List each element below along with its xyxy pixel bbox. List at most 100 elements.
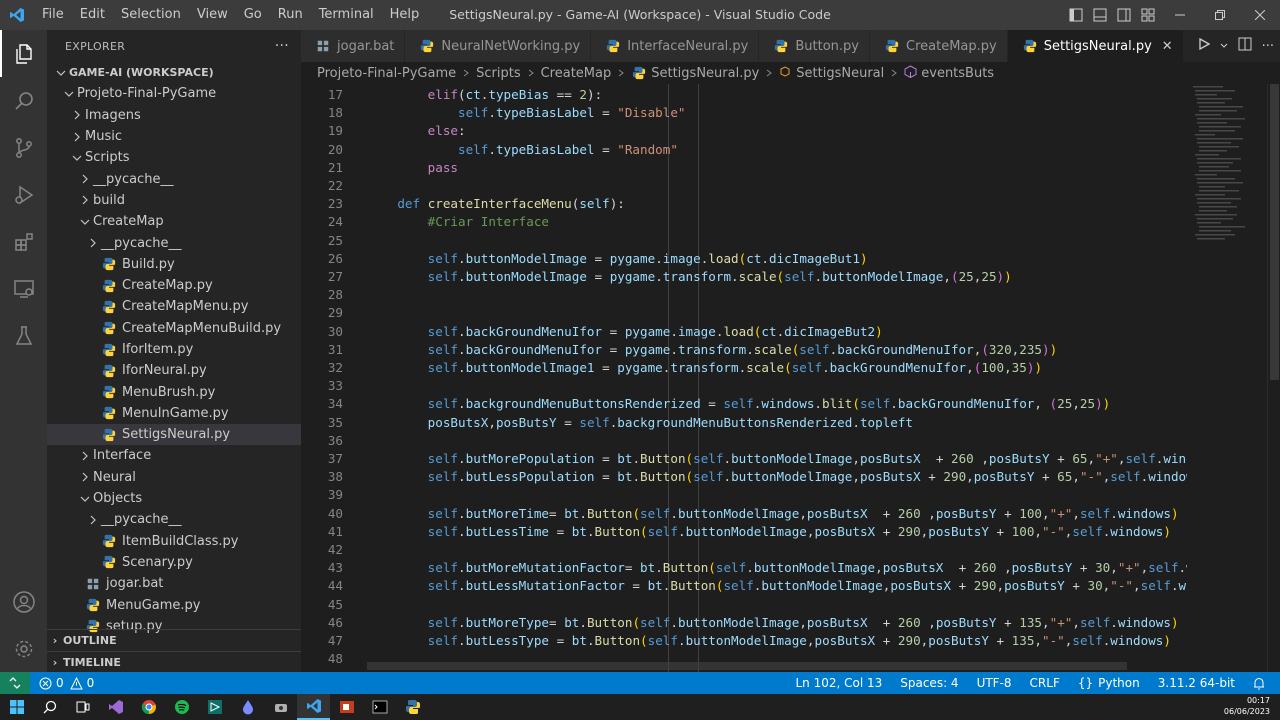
editor-tab[interactable]: CreateMap.py — [870, 30, 1008, 62]
taskbar-search-icon[interactable] — [33, 694, 66, 720]
split-editor-icon[interactable] — [1238, 37, 1252, 55]
tree-file[interactable]: ItemBuildClass.py — [47, 531, 301, 552]
menu-go[interactable]: Go — [236, 0, 270, 30]
breadcrumb-item[interactable]: SettigsNeural — [796, 66, 884, 81]
run-dropdown-icon[interactable] — [1220, 39, 1228, 54]
tree-folder[interactable]: GAME-AI (WORKSPACE) — [47, 62, 301, 83]
menu-edit[interactable]: Edit — [72, 0, 113, 30]
end-of-line[interactable]: CRLF — [1021, 676, 1069, 690]
terminal-app-icon[interactable] — [198, 694, 231, 720]
menu-run[interactable]: Run — [270, 0, 311, 30]
breadcrumb-item[interactable]: SettigsNeural.py — [651, 66, 759, 81]
editor-tab[interactable]: NeuralNetWorking.py — [405, 30, 592, 62]
python-interpreter[interactable]: 3.11.2 64-bit — [1149, 676, 1244, 690]
tree-file[interactable]: MenuBrush.py — [47, 381, 301, 402]
editor-tab[interactable]: Button.py — [759, 30, 870, 62]
breadcrumb-item[interactable]: CreateMap — [541, 66, 612, 81]
python-app-icon[interactable] — [396, 694, 429, 720]
visual-studio-icon[interactable] — [99, 694, 132, 720]
tree-folder[interactable]: __pycache__ — [47, 168, 301, 189]
indentation[interactable]: Spaces: 4 — [891, 676, 967, 690]
account-icon[interactable] — [0, 578, 47, 625]
vscode-taskbar-icon[interactable] — [297, 694, 330, 720]
code-line: 18 self.typeBiasLabel = "Disable" — [301, 104, 1187, 122]
tree-file[interactable]: CreateMap.py — [47, 275, 301, 296]
menu-help[interactable]: Help — [382, 0, 428, 30]
breadcrumb-item[interactable]: Scripts — [476, 66, 520, 81]
tree-file[interactable]: IforItem.py — [47, 339, 301, 360]
menu-file[interactable]: File — [34, 0, 72, 30]
toggle-panel-icon[interactable] — [1088, 0, 1112, 30]
tree-folder[interactable]: build — [47, 190, 301, 211]
menu-view[interactable]: View — [189, 0, 236, 30]
restore-button[interactable] — [1200, 0, 1240, 30]
editor-tab[interactable]: InterfaceNeural.py — [591, 30, 760, 62]
command-prompt-icon[interactable] — [363, 694, 396, 720]
tree-file[interactable]: MenuGame.py — [47, 594, 301, 615]
tree-folder[interactable]: Objects — [47, 488, 301, 509]
cursor-position[interactable]: Ln 102, Col 13 — [786, 676, 891, 690]
remote-indicator-icon[interactable] — [0, 672, 30, 694]
breadcrumb-item[interactable]: eventsButs — [921, 66, 994, 81]
outline-section[interactable]: › OUTLINE — [47, 629, 301, 651]
tree-file[interactable]: IforNeural.py — [47, 360, 301, 381]
tree-folder[interactable]: Interface — [47, 445, 301, 466]
tree-file[interactable]: SettigsNeural.py — [47, 424, 301, 446]
tree-folder[interactable]: Imagens — [47, 105, 301, 126]
minimap[interactable] — [1187, 84, 1267, 672]
tree-folder[interactable]: Scripts — [47, 147, 301, 168]
tree-folder[interactable]: Projeto-Final-PyGame — [47, 83, 301, 104]
testing-icon[interactable] — [0, 312, 47, 359]
breadcrumb-item[interactable]: Projeto-Final-PyGame — [317, 66, 456, 81]
tree-folder[interactable]: __pycache__ — [47, 509, 301, 530]
editor-tab[interactable]: jogar.bat — [301, 30, 406, 62]
windows-start-icon[interactable] — [0, 694, 33, 720]
manage-gear-icon[interactable] — [0, 625, 47, 672]
menu-terminal[interactable]: Terminal — [311, 0, 382, 30]
tree-folder[interactable]: CreateMap — [47, 211, 301, 232]
tree-file[interactable]: Build.py — [47, 254, 301, 275]
scrollbar-thumb[interactable] — [1270, 84, 1279, 380]
tree-folder[interactable]: Music — [47, 126, 301, 147]
close-window-button[interactable] — [1240, 0, 1280, 30]
tree-file[interactable]: jogar.bat — [47, 573, 301, 594]
tools-app-icon[interactable] — [264, 694, 297, 720]
more-actions-icon[interactable]: ··· — [1262, 39, 1274, 54]
customize-layout-icon[interactable] — [1136, 0, 1160, 30]
menu-selection[interactable]: Selection — [113, 0, 189, 30]
explorer-icon[interactable] — [0, 30, 47, 77]
extensions-icon[interactable] — [0, 218, 47, 265]
source-control-icon[interactable] — [0, 124, 47, 171]
vertical-scrollbar[interactable] — [1267, 84, 1280, 672]
timeline-section[interactable]: › TIMELINE — [47, 651, 301, 673]
task-view-icon[interactable] — [66, 694, 99, 720]
line-number: 41 — [327, 523, 343, 539]
search-icon[interactable] — [0, 77, 47, 124]
remote-explorer-icon[interactable] — [0, 265, 47, 312]
encoding[interactable]: UTF-8 — [968, 676, 1021, 690]
tree-file[interactable]: CreateMapMenuBuild.py — [47, 318, 301, 339]
system-clock[interactable]: 00:17 06/06/2023 — [1224, 695, 1270, 717]
tree-file[interactable]: Scenary.py — [47, 552, 301, 573]
tree-folder[interactable]: __pycache__ — [47, 232, 301, 253]
chrome-icon[interactable] — [132, 694, 165, 720]
language-mode[interactable]: {} Python — [1069, 676, 1149, 690]
notifications-bell-icon[interactable] — [1244, 677, 1274, 690]
toggle-secondary-sidebar-icon[interactable] — [1112, 0, 1136, 30]
close-tab-icon[interactable]: ✕ — [1162, 39, 1173, 54]
presentation-app-icon[interactable] — [330, 694, 363, 720]
run-python-file-icon[interactable] — [1198, 37, 1210, 54]
minimize-button[interactable] — [1160, 0, 1200, 30]
tree-file[interactable]: MenuInGame.py — [47, 403, 301, 424]
toggle-sidebar-icon[interactable] — [1064, 0, 1088, 30]
tree-file[interactable]: CreateMapMenu.py — [47, 296, 301, 317]
spotify-icon[interactable] — [165, 694, 198, 720]
problems-indicator[interactable]: 0 0 — [30, 676, 103, 690]
horizontal-scrollbar[interactable] — [367, 662, 1127, 670]
run-debug-icon[interactable] — [0, 171, 47, 218]
explorer-more-actions-icon[interactable]: ··· — [275, 38, 289, 54]
tree-folder[interactable]: Neural — [47, 467, 301, 488]
drop-app-icon[interactable] — [231, 694, 264, 720]
editor-tab[interactable]: SettigsNeural.py ✕ — [1007, 30, 1184, 62]
code-editor[interactable]: 17 elif(ct.typeBias == 2): 18 self.typeBi… — [301, 84, 1187, 672]
